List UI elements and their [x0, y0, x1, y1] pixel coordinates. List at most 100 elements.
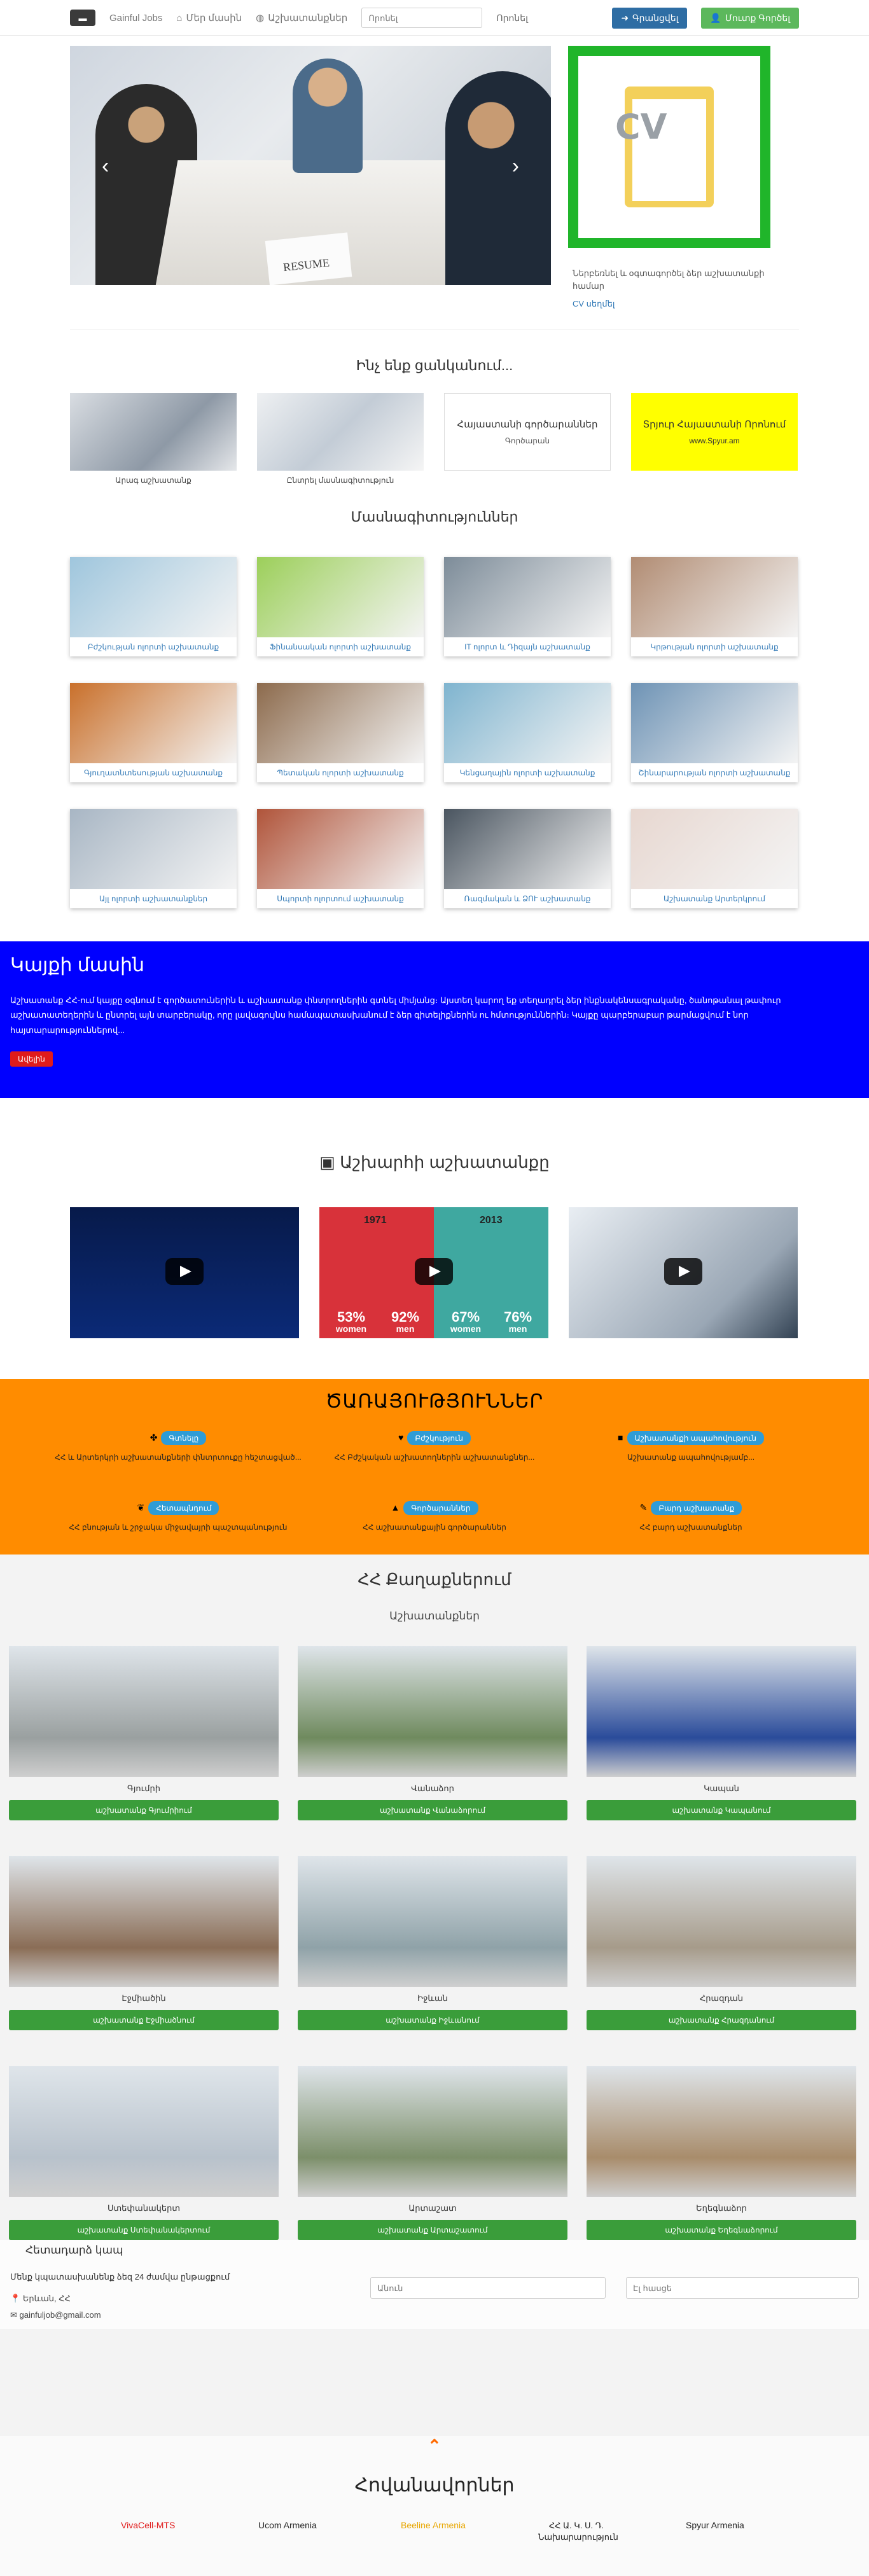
service-tag[interactable]: Հետապնդում: [148, 1501, 219, 1515]
city-jobs-button[interactable]: աշխատանք Եղեգնաձորում: [587, 2220, 856, 2240]
service-tag[interactable]: Աշխատանքի ապահովություն: [627, 1431, 764, 1445]
service-tag[interactable]: Գործարաններ: [403, 1501, 478, 1515]
city-jobs-button[interactable]: աշխատանք Կապանում: [587, 1800, 856, 1820]
search-input[interactable]: [361, 8, 483, 28]
specialties-title: Մասնագիտություններ: [351, 509, 518, 525]
city-card: Հրազդան աշխատանք Հրազդանում: [587, 1856, 856, 2040]
specialty-card[interactable]: Կենցաղային ոլորտի աշխատանք: [444, 683, 611, 782]
play-icon[interactable]: [664, 1258, 702, 1285]
cv-link[interactable]: CV սեղմել: [573, 299, 615, 309]
look-card-spyur[interactable]: Տրյուր Հայաստանի Որոնում www.Spyur.am: [631, 393, 798, 471]
specialty-card[interactable]: IT ոլորտ և Դիզայն աշխատանք: [444, 557, 611, 656]
play-icon[interactable]: [165, 1258, 204, 1285]
specialty-label[interactable]: Պետական ոլորտի աշխատանք: [257, 763, 424, 782]
service-desc: ՀՀ բնության և շրջակա միջավայրի պաշտպանու…: [69, 1523, 288, 1532]
stat-4-label: men: [508, 1324, 527, 1334]
service-tag[interactable]: Բժշկություն: [407, 1431, 471, 1445]
city-card: Գյումրի աշխատանք Գյումրիում: [9, 1646, 279, 1831]
partner-ucom[interactable]: Ucom Armenia: [258, 2520, 317, 2530]
specialty-label[interactable]: Ֆինանսական ոլորտի աշխատանք: [257, 637, 424, 656]
brand-logo-icon[interactable]: ▬: [70, 10, 95, 26]
partner-beeline[interactable]: Beeline Armenia: [401, 2520, 466, 2530]
city-jobs-button[interactable]: աշխատանք Գյումրիում: [9, 1800, 279, 1820]
city-jobs-button[interactable]: աշխատանք Արտաշատում: [298, 2220, 567, 2240]
cities-subtitle: Աշխատանքներ: [389, 1610, 480, 1622]
specialty-label[interactable]: Ռազմական և ՁՈՒ աշխատանք: [444, 889, 611, 908]
city-jobs-button[interactable]: աշխատանք Ստեփանակերտում: [9, 2220, 279, 2240]
hero-carousel[interactable]: RESUME ‹ ›: [70, 46, 551, 285]
contact-name-input[interactable]: [370, 2277, 606, 2299]
specialty-card[interactable]: Ռազմական և ՁՈՒ աշխատանք: [444, 809, 611, 908]
city-jobs-button[interactable]: աշխատանք Էջմիածնում: [9, 2010, 279, 2030]
specialty-card[interactable]: Բժշկության ոլորտի աշխատանք: [70, 557, 237, 656]
services-title: ԾԱՌԱՅՈՒԹՅՈՒՆՆԵՐ: [325, 1390, 544, 1413]
cv-image-card[interactable]: CV: [568, 46, 770, 248]
partner-spyur[interactable]: Spyur Armenia: [686, 2520, 744, 2530]
specialty-label[interactable]: Կենցաղային ոլորտի աշխատանք: [444, 763, 611, 782]
video-icon: ▣: [319, 1153, 335, 1172]
carousel-next-icon[interactable]: ›: [512, 154, 519, 179]
city-jobs-button[interactable]: աշխատանք Հրազդանում: [587, 2010, 856, 2030]
specialty-label[interactable]: Այլ ոլորտի աշխատանքներ: [70, 889, 237, 908]
specialty-card[interactable]: Շինարարության ոլորտի աշխատանք: [631, 683, 798, 782]
specialty-card[interactable]: Կրթության ոլորտի աշխատանք: [631, 557, 798, 656]
look-caption: Արագ աշխատանք: [115, 476, 191, 485]
clipboard-icon: [625, 87, 714, 207]
specialty-card[interactable]: Աշխատանք Արտերկրում: [631, 809, 798, 908]
specialty-card[interactable]: Այլ ոլորտի աշխատանքներ: [70, 809, 237, 908]
nav-about-label: Մեր մասին: [186, 13, 242, 24]
specialty-card[interactable]: Պետական ոլորտի աշխատանք: [257, 683, 424, 782]
brand-link[interactable]: Gainful Jobs: [109, 13, 162, 24]
play-icon[interactable]: [415, 1258, 453, 1285]
partner-ministry[interactable]: ՀՀ Ա. Կ. Ս. Դ. Նախարարություն: [538, 2520, 618, 2543]
stat-3-value: 67%: [451, 1309, 480, 1325]
login-button[interactable]: ➜ Գրանցվել: [612, 7, 688, 29]
specialty-label[interactable]: Կրթության ոլորտի աշխատանք: [631, 637, 798, 656]
city-image: [9, 1646, 279, 1777]
specialty-label[interactable]: Աշխատանք Արտերկրում: [631, 889, 798, 908]
contact-email-input[interactable]: [626, 2277, 859, 2299]
look-card-choose-profession[interactable]: Ընտրել մասնագիտություն: [257, 393, 424, 485]
search-button[interactable]: Որոնել: [496, 13, 528, 24]
specialty-label[interactable]: IT ոլորտ և Դիզայն աշխատանք: [444, 637, 611, 656]
stat-2: 92% men: [380, 1310, 431, 1334]
city-jobs-button[interactable]: աշխատանք Վանաձորում: [298, 1800, 567, 1820]
nav-vacancies-link[interactable]: ◍ Աշխատանքներ: [256, 12, 347, 24]
specialty-image: [631, 809, 798, 889]
specialty-label[interactable]: Գյուղատնտեսության աշխատանք: [70, 763, 237, 782]
service-hard-work: ✎ Բարդ աշխատանք ՀՀ բարդ աշխատանքներ: [557, 1501, 824, 1532]
service-tag[interactable]: Բարդ աշխատանք: [651, 1501, 742, 1515]
leaf-icon: ✤: [149, 1432, 158, 1443]
video-2[interactable]: 1971 2013 53% women 92% men 67% women 76% me…: [319, 1207, 548, 1338]
city-jobs-button[interactable]: աշխատանք Իջևանում: [298, 2010, 567, 2030]
about-section: Կայքի մասին Աշխատանք ՀՀ-ում կայքը օգնում…: [0, 941, 869, 1098]
team-image: [257, 393, 424, 471]
specialty-card[interactable]: Գյուղատնտեսության աշխատանք: [70, 683, 237, 782]
look-card-factories[interactable]: Հայաստանի գործարաններ Գործարան: [444, 393, 611, 471]
video-1[interactable]: [70, 1207, 299, 1338]
specialty-image: [444, 683, 611, 763]
video-3[interactable]: [569, 1207, 798, 1338]
nav-about-link[interactable]: ⌂ Մեր մասին: [176, 12, 242, 24]
contact-email[interactable]: ✉ gainfuljob@gmail.com: [10, 2310, 101, 2320]
carousel-prev-icon[interactable]: ‹: [102, 154, 109, 179]
scroll-top-icon[interactable]: ⌃: [428, 2436, 441, 2456]
look-card-fast-job[interactable]: Արագ աշխատանք: [70, 393, 237, 485]
service-security: ■ Աշխատանքի ապահովություն Աշխատանք ապահով…: [557, 1431, 824, 1462]
specialty-label[interactable]: Շինարարության ոլորտի աշխատանք: [631, 763, 798, 782]
specialty-image: [257, 809, 424, 889]
divider: [70, 329, 799, 330]
partner-vivacell[interactable]: VivaCell-MTS: [121, 2520, 175, 2530]
register-button[interactable]: 👤 Մուտք Գործել: [701, 7, 799, 29]
about-more-button[interactable]: Ավելին: [10, 1051, 53, 1067]
specialty-card[interactable]: Սպորտի ոլորտում աշխատանք: [257, 809, 424, 908]
specialty-image: [631, 557, 798, 637]
specialty-card[interactable]: Ֆինանսական ոլորտի աշխատանք: [257, 557, 424, 656]
specialty-label[interactable]: Բժշկության ոլորտի աշխատանք: [70, 637, 237, 656]
city-card: Էջմիածին աշխատանք Էջմիածնում: [9, 1856, 279, 2040]
city-image: [9, 2066, 279, 2197]
service-find: ✤ Գտնելը ՀՀ և Արտերկրի աշխատանքների փնտրտ…: [45, 1431, 312, 1462]
videos-title: ▣ Աշխարհի աշխատանքը: [0, 1153, 869, 1172]
service-tag[interactable]: Գտնելը: [161, 1431, 207, 1445]
specialty-label[interactable]: Սպորտի ոլորտում աշխատանք: [257, 889, 424, 908]
